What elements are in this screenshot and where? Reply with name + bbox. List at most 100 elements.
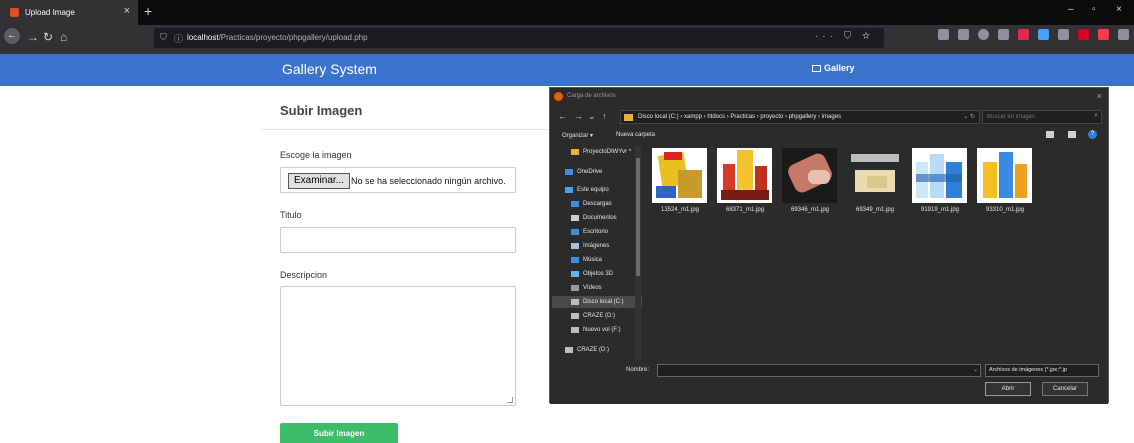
library-icon[interactable]	[938, 29, 949, 40]
nav-item[interactable]: CRAZE (D:)	[565, 344, 609, 356]
screenshot-icon[interactable]	[1058, 29, 1069, 40]
nav-item[interactable]: Objetos 3D	[571, 268, 613, 280]
file-type-select[interactable]: Archivos de imágenes (*.jpe;*.jp	[985, 364, 1099, 377]
menu-icon[interactable]	[1118, 29, 1129, 40]
nav-item[interactable]: Nuevo vol (F:)	[571, 324, 621, 336]
file-input[interactable]: Examinar... No se ha seleccionado ningún…	[280, 167, 516, 193]
extension-abp-icon[interactable]	[1078, 29, 1089, 40]
nav-item[interactable]: Escritorio	[571, 226, 608, 238]
dialog-recent-icon[interactable]: ⌄	[588, 111, 596, 122]
image-preview[interactable]	[977, 148, 1032, 203]
image-preview[interactable]	[782, 148, 837, 203]
dialog-close-icon[interactable]: ×	[1097, 91, 1102, 101]
file-name[interactable]: 68371_m1.jpg	[715, 207, 775, 213]
new-tab-icon[interactable]: +	[144, 3, 152, 19]
window-close-icon[interactable]: ×	[1116, 4, 1122, 15]
dialog-forward-icon[interactable]: →	[574, 111, 583, 121]
dialog-back-icon[interactable]: ←	[558, 111, 567, 121]
nav-item[interactable]: Imágenes	[571, 240, 609, 252]
organize-menu[interactable]: Organizar ▾	[562, 132, 593, 139]
tab-bar: Upload Image × + – ▫ ×	[0, 0, 1134, 25]
minimize-icon[interactable]: –	[1068, 4, 1074, 15]
path-dropdown-icon[interactable]: ⌄ ↻	[963, 113, 975, 120]
url-text[interactable]: localhost/Practicas/proyecto/phpgallery/…	[187, 33, 368, 42]
help-icon[interactable]: ?	[1088, 130, 1097, 139]
file-thumbnail[interactable]: 93310_m1.jpg	[975, 148, 1035, 213]
nav-item-label: Descargas	[583, 201, 612, 207]
account-icon[interactable]	[978, 29, 989, 40]
dialog-search-input[interactable]	[983, 111, 1087, 123]
pen-icon[interactable]	[998, 29, 1009, 40]
file-name[interactable]: 91919_m1.jpg	[910, 207, 970, 213]
nav-item[interactable]: CRAZE (D:)	[571, 310, 615, 322]
file-thumbnail[interactable]: 69349_m1.jpg	[845, 148, 905, 213]
site-info-icon[interactable]: ⓘ	[174, 32, 183, 45]
forward-arrow-icon[interactable]: →	[27, 30, 39, 44]
open-button[interactable]: Abrir	[985, 382, 1031, 396]
nav-item[interactable]: Vídeos	[571, 282, 602, 294]
preview-pane-icon[interactable]	[1068, 131, 1076, 138]
submit-button[interactable]: Subir Imagen	[280, 423, 398, 443]
extension-blue-icon[interactable]	[1038, 29, 1049, 40]
resize-grip-icon[interactable]	[507, 397, 513, 403]
image-preview[interactable]	[717, 148, 772, 203]
nav-item[interactable]: Música	[571, 254, 602, 266]
dialog-up-icon[interactable]: ↑	[602, 111, 607, 121]
new-folder-button[interactable]: Nueva carpeta	[616, 132, 655, 138]
nav-item[interactable]: Disco local (C:)	[552, 296, 642, 308]
file-thumbnail[interactable]: 69346_m1.jpg	[780, 148, 840, 213]
file-thumbnail[interactable]: 68371_m1.jpg	[715, 148, 775, 213]
file-name[interactable]: 93310_m1.jpg	[975, 207, 1035, 213]
image-preview[interactable]	[652, 148, 707, 203]
file-label: Escoge la imagen	[280, 150, 352, 160]
title-input[interactable]	[280, 227, 516, 253]
extension-icons	[938, 29, 1129, 40]
image-preview[interactable]	[847, 148, 902, 203]
extension-red-icon[interactable]	[1018, 29, 1029, 40]
nav-item[interactable]: Documentos	[571, 212, 617, 224]
path-breadcrumb[interactable]: Disco local (C:) › xampp › htdocs › Prac…	[620, 110, 980, 124]
nav-item-label: Disco local (C:)	[583, 299, 624, 305]
description-textarea[interactable]	[280, 286, 516, 406]
cancel-button[interactable]: Cancelar	[1042, 382, 1088, 396]
nav-item-label: CRAZE (D:)	[577, 347, 609, 353]
view-options-icon[interactable]	[1046, 131, 1054, 138]
drive-icon	[571, 327, 579, 333]
nav-item[interactable]: Este equipo	[565, 184, 609, 196]
sidebar-icon[interactable]	[958, 29, 969, 40]
home-icon[interactable]: ⌂	[60, 30, 67, 44]
tracking-shield-icon[interactable]: ⛉	[160, 32, 167, 43]
music-icon	[571, 257, 579, 263]
folder-icon	[624, 114, 633, 121]
file-thumbnail[interactable]: 91919_m1.jpg	[910, 148, 970, 213]
nav-item[interactable]: ProyectoDIWYvr ^	[571, 146, 632, 158]
nav-scrollbar[interactable]	[635, 146, 641, 360]
page-title: Subir Imagen	[280, 103, 363, 118]
file-thumbnail[interactable]: 13524_m1.jpg	[650, 148, 710, 213]
reload-icon[interactable]: ↻	[43, 30, 53, 44]
dialog-search[interactable]: ⌕	[982, 110, 1102, 124]
favicon-icon	[10, 8, 19, 17]
brand-link[interactable]: Gallery System	[282, 61, 377, 77]
browse-button[interactable]: Examinar...	[288, 173, 351, 189]
tab-close-icon[interactable]: ×	[124, 5, 130, 17]
browser-tab[interactable]: Upload Image ×	[0, 0, 138, 25]
file-name[interactable]: 69346_m1.jpg	[780, 207, 840, 213]
breadcrumb-text[interactable]: Disco local (C:) › xampp › htdocs › Prac…	[638, 114, 841, 120]
nav-item-label: OneDrive	[577, 169, 603, 175]
file-name[interactable]: 13524_m1.jpg	[650, 207, 710, 213]
page-actions-icon[interactable]: ··· ⛉ ☆	[815, 31, 874, 42]
image-preview[interactable]	[912, 148, 967, 203]
restore-icon[interactable]: ▫	[1092, 4, 1096, 15]
file-status-text: No se ha seleccionado ningún archivo.	[351, 176, 506, 186]
gallery-nav-link[interactable]: Gallery	[812, 63, 855, 73]
url-bar[interactable]: ⛉ ⓘ localhost/Practicas/proyecto/phpgall…	[154, 28, 884, 48]
file-name[interactable]: 69349_m1.jpg	[845, 207, 905, 213]
nav-item[interactable]: OneDrive	[565, 166, 602, 178]
filename-dropdown-icon[interactable]: ⌄	[973, 366, 978, 373]
back-arrow-icon[interactable]: ←	[4, 28, 20, 44]
nav-scrollbar-thumb[interactable]	[636, 158, 640, 276]
nav-item[interactable]: Descargas	[571, 198, 612, 210]
filename-input[interactable]: ⌄	[657, 364, 981, 377]
extension-pdf-icon[interactable]	[1098, 29, 1109, 40]
